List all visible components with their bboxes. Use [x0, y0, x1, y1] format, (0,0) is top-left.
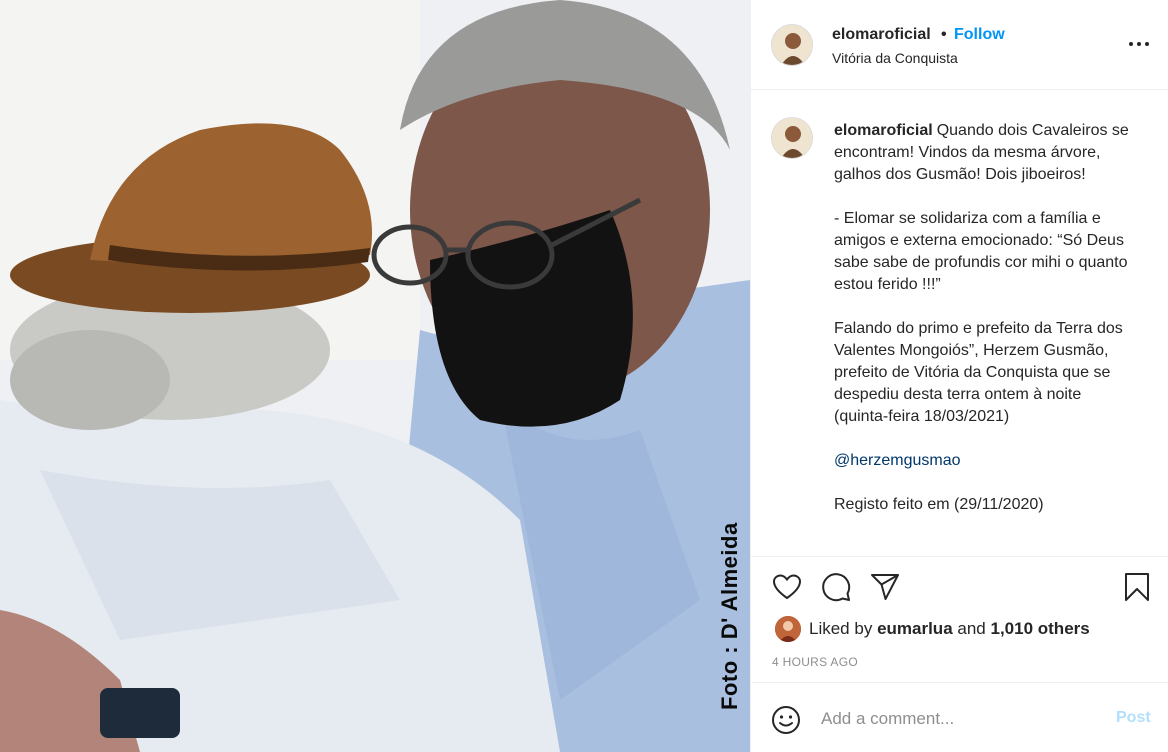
likes-row: Liked by eumarlua and 1,010 others — [775, 615, 1155, 643]
comment-input[interactable] — [821, 705, 1101, 733]
follow-button[interactable]: Follow — [954, 26, 1005, 44]
photo-illustration — [0, 0, 750, 752]
caption-avatar[interactable] — [771, 117, 813, 159]
share-icon[interactable] — [869, 571, 901, 603]
post-timestamp[interactable]: 4 HOURS AGO — [772, 655, 858, 669]
header-separator: • — [941, 26, 947, 43]
post-button[interactable]: Post — [1116, 709, 1151, 727]
bookmark-icon[interactable] — [1121, 571, 1153, 603]
liker-username[interactable]: eumarlua — [877, 619, 953, 638]
caption-username[interactable]: elomaroficial — [834, 122, 933, 139]
post-sidebar: elomaroficial • Follow Vitória da Conqui… — [750, 0, 1168, 752]
likes-others[interactable]: 1,010 others — [991, 619, 1090, 638]
likes-text: Liked by eumarlua and 1,010 others — [809, 619, 1090, 639]
more-horizontal-icon[interactable] — [1127, 34, 1151, 54]
actions-area: Liked by eumarlua and 1,010 others 4 HOU… — [751, 556, 1168, 682]
caption-para: Registo feito em (29/11/2020) — [834, 496, 1044, 513]
caption-para: - Elomar se solidariza com a família e a… — [834, 210, 1128, 293]
likes-prefix: Liked by — [809, 619, 873, 638]
post-photo[interactable]: Foto : D' Almeida — [0, 0, 750, 752]
likes-conjunction: and — [957, 619, 986, 638]
caption-area: elomaroficial Quando dois Cavaleiros se e… — [751, 91, 1168, 556]
header-username[interactable]: elomaroficial — [832, 26, 931, 44]
comment-icon[interactable] — [820, 571, 852, 603]
profile-avatar[interactable] — [771, 24, 813, 66]
post-header: elomaroficial • Follow Vitória da Conqui… — [751, 0, 1168, 90]
liker-avatar[interactable] — [775, 616, 801, 642]
photo-credit: Foto : D' Almeida — [717, 522, 742, 710]
heart-icon[interactable] — [771, 571, 803, 603]
caption-para: Falando do primo e prefeito da Terra dos… — [834, 320, 1123, 425]
comment-area: Post — [751, 682, 1168, 752]
caption-text: elomaroficial Quando dois Cavaleiros se e… — [834, 120, 1134, 516]
caption-para: elomaroficial Quando dois Cavaleiros se e… — [834, 120, 1134, 186]
mention-link[interactable]: @herzemgusmao — [834, 450, 1134, 472]
post-location[interactable]: Vitória da Conquista — [832, 50, 958, 66]
emoji-icon[interactable] — [771, 705, 801, 735]
